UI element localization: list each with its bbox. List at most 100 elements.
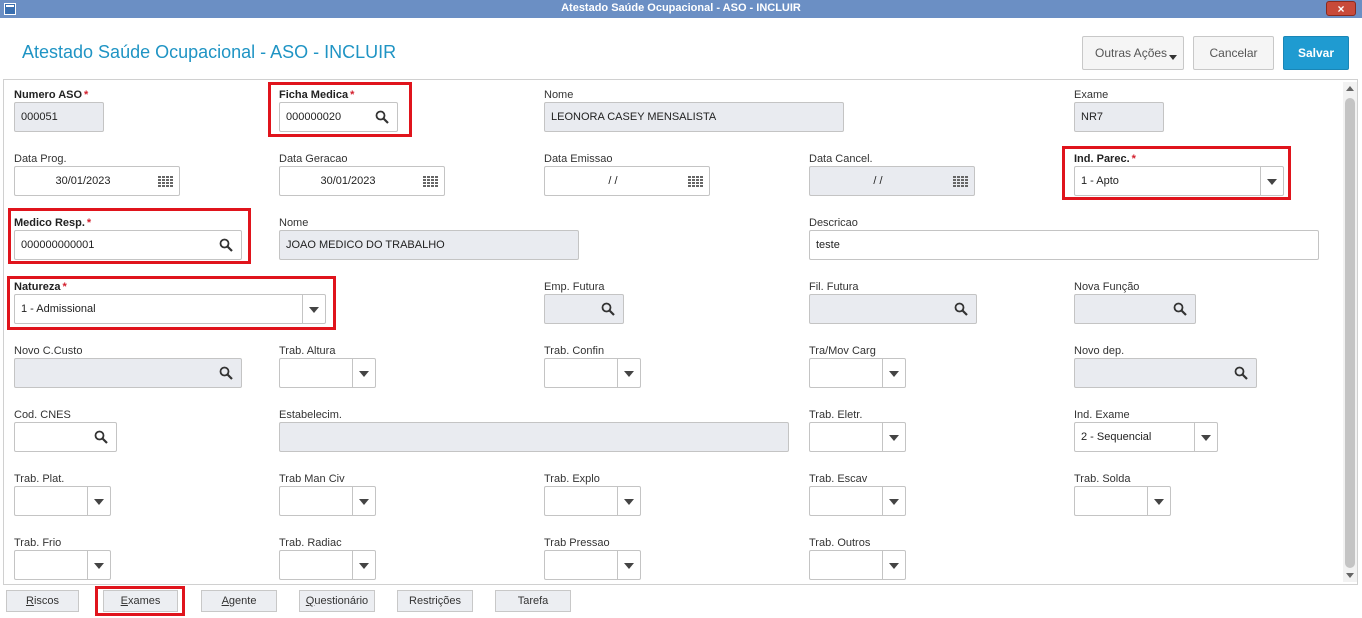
- outras-acoes-label: Outras Ações: [1095, 46, 1168, 60]
- tra-mov-carg-label: Tra/Mov Carg: [809, 345, 876, 357]
- trab-solda-select[interactable]: [1074, 486, 1171, 516]
- chevron-down-icon[interactable]: [617, 359, 640, 387]
- trab-explo-label: Trab. Explo: [544, 473, 600, 485]
- trab-outros-select[interactable]: [809, 550, 906, 580]
- window-titlebar: Atestado Saúde Ocupacional - ASO - INCLU…: [0, 0, 1362, 18]
- search-icon[interactable]: [219, 366, 233, 380]
- calendar-icon[interactable]: [688, 176, 703, 187]
- save-button[interactable]: Salvar: [1283, 36, 1349, 70]
- exames-highlight: [95, 586, 185, 616]
- trab-plat-label: Trab. Plat.: [14, 473, 65, 485]
- nome-medico-label: Nome: [279, 217, 309, 229]
- medico-resp-highlight: [8, 208, 251, 264]
- descricao-field[interactable]: teste: [809, 230, 1319, 260]
- chevron-down-icon[interactable]: [352, 359, 375, 387]
- chevron-down-icon[interactable]: [882, 423, 905, 451]
- novo-ccusto-field[interactable]: [14, 358, 242, 388]
- ind-parec-highlight: [1062, 146, 1291, 200]
- window-title: Atestado Saúde Ocupacional - ASO - INCLU…: [561, 2, 801, 14]
- calendar-icon[interactable]: [423, 176, 438, 187]
- chevron-down-icon[interactable]: [352, 487, 375, 515]
- trab-radiac-label: Trab. Radiac: [279, 537, 342, 549]
- calendar-icon[interactable]: [158, 176, 173, 187]
- trab-altura-select[interactable]: [279, 358, 376, 388]
- data-prog-field[interactable]: 30/01/2023: [14, 166, 180, 196]
- emp-futura-field[interactable]: [544, 294, 624, 324]
- novo-dep-field[interactable]: [1074, 358, 1257, 388]
- nova-funcao-field[interactable]: [1074, 294, 1196, 324]
- trab-radiac-select[interactable]: [279, 550, 376, 580]
- scroll-down-icon[interactable]: [1346, 573, 1354, 578]
- footer-toolbar: Riscos Exames Agente Questionário Restri…: [0, 586, 1362, 618]
- numero-aso-label: Numero ASO *: [14, 89, 89, 101]
- novo-dep-label: Novo dep.: [1074, 345, 1125, 357]
- questionario-button[interactable]: Questionário: [299, 590, 375, 612]
- trab-frio-label: Trab. Frio: [14, 537, 62, 549]
- data-geracao-field[interactable]: 30/01/2023: [279, 166, 445, 196]
- riscos-button[interactable]: Riscos: [6, 590, 79, 612]
- nome-medico-field[interactable]: JOAO MEDICO DO TRABALHO: [279, 230, 579, 260]
- restricoes-button[interactable]: Restrições: [397, 590, 473, 612]
- chevron-down-icon[interactable]: [617, 551, 640, 579]
- data-geracao-label: Data Geracao: [279, 153, 348, 165]
- chevron-down-icon[interactable]: [87, 551, 110, 579]
- trab-man-civ-select[interactable]: [279, 486, 376, 516]
- emp-futura-label: Emp. Futura: [544, 281, 605, 293]
- calendar-icon[interactable]: [953, 176, 968, 187]
- nome-funcionario-label: Nome: [544, 89, 574, 101]
- nome-funcionario-field[interactable]: LEONORA CASEY MENSALISTA: [544, 102, 844, 132]
- fil-futura-label: Fil. Futura: [809, 281, 859, 293]
- numero-aso-field[interactable]: 000051: [14, 102, 104, 132]
- trab-plat-select[interactable]: [14, 486, 111, 516]
- chevron-down-icon[interactable]: [352, 551, 375, 579]
- cancel-button[interactable]: Cancelar: [1193, 36, 1274, 70]
- search-icon[interactable]: [1173, 302, 1187, 316]
- trab-escav-select[interactable]: [809, 486, 906, 516]
- scroll-up-icon[interactable]: [1346, 86, 1354, 91]
- form-scrollbar[interactable]: [1343, 82, 1357, 582]
- trab-frio-select[interactable]: [14, 550, 111, 580]
- exame-label: Exame: [1074, 89, 1109, 101]
- window-close-button[interactable]: ×: [1326, 1, 1356, 16]
- trab-solda-label: Trab. Solda: [1074, 473, 1131, 485]
- scrollbar-thumb[interactable]: [1345, 98, 1355, 568]
- search-icon[interactable]: [954, 302, 968, 316]
- agente-button[interactable]: Agente: [201, 590, 277, 612]
- trab-explo-select[interactable]: [544, 486, 641, 516]
- fil-futura-field[interactable]: [809, 294, 977, 324]
- trab-outros-label: Trab. Outros: [809, 537, 871, 549]
- tra-mov-carg-select[interactable]: [809, 358, 906, 388]
- tarefa-button[interactable]: Tarefa: [495, 590, 571, 612]
- search-icon[interactable]: [1234, 366, 1248, 380]
- chevron-down-icon[interactable]: [882, 359, 905, 387]
- chevron-down-icon[interactable]: [87, 487, 110, 515]
- data-emissao-field[interactable]: / /: [544, 166, 710, 196]
- chevron-down-icon[interactable]: [1147, 487, 1170, 515]
- chevron-down-icon[interactable]: [882, 551, 905, 579]
- chevron-down-icon[interactable]: [1194, 423, 1217, 451]
- outras-acoes-button[interactable]: Outras Ações: [1082, 36, 1184, 70]
- chevron-down-icon[interactable]: [617, 487, 640, 515]
- data-prog-label: Data Prog.: [14, 153, 67, 165]
- estabelecim-field[interactable]: [279, 422, 789, 452]
- search-icon[interactable]: [601, 302, 615, 316]
- trab-man-civ-label: Trab Man Civ: [279, 473, 345, 485]
- data-cancel-field[interactable]: / /: [809, 166, 975, 196]
- data-cancel-label: Data Cancel.: [809, 153, 873, 165]
- ind-exame-select[interactable]: 2 - Sequencial: [1074, 422, 1218, 452]
- data-emissao-label: Data Emissao: [544, 153, 613, 165]
- trab-pressao-select[interactable]: [544, 550, 641, 580]
- search-icon[interactable]: [94, 430, 108, 444]
- trab-confin-label: Trab. Confin: [544, 345, 605, 357]
- page-header: Atestado Saúde Ocupacional - ASO - INCLU…: [0, 18, 1362, 78]
- exame-field[interactable]: NR7: [1074, 102, 1164, 132]
- trab-confin-select[interactable]: [544, 358, 641, 388]
- nova-funcao-label: Nova Função: [1074, 281, 1140, 293]
- estabelecim-label: Estabelecim.: [279, 409, 342, 421]
- cod-cnes-label: Cod. CNES: [14, 409, 71, 421]
- trab-pressao-label: Trab Pressao: [544, 537, 610, 549]
- trab-altura-label: Trab. Altura: [279, 345, 336, 357]
- trab-eletr-select[interactable]: [809, 422, 906, 452]
- chevron-down-icon[interactable]: [882, 487, 905, 515]
- cod-cnes-field[interactable]: [14, 422, 117, 452]
